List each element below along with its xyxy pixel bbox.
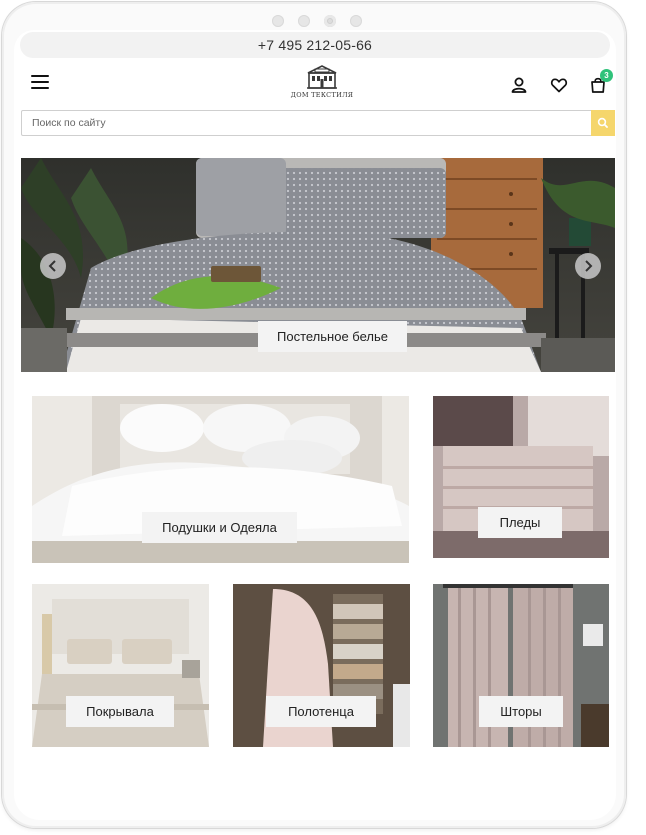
cart-count-badge: 3 <box>600 69 613 82</box>
logo-text: ДОМ ТЕКСТИЛЯ <box>290 91 354 99</box>
slider-next-button[interactable] <box>575 253 601 279</box>
chevron-right-icon <box>585 260 593 272</box>
camera-lens-icon <box>324 15 336 27</box>
sensor-dot <box>298 15 310 27</box>
phone-number[interactable]: +7 495 212-05-66 <box>258 37 372 53</box>
heart-icon[interactable] <box>550 76 568 94</box>
user-icon[interactable] <box>510 76 528 94</box>
house-logo-icon <box>307 65 337 89</box>
camera-bar <box>272 15 362 27</box>
search-icon <box>597 117 608 128</box>
sensor-dot <box>350 15 362 27</box>
hamburger-menu-icon[interactable] <box>31 75 49 89</box>
screen: +7 495 212-05-66 ДОМ ТЕКСТИЛЯ 3 Поиск по… <box>14 30 616 820</box>
shopping-bag-icon[interactable]: 3 <box>589 69 613 94</box>
hero-slider[interactable]: Постельное белье <box>21 158 615 372</box>
category-tile-bedspreads[interactable]: Покрывала <box>32 584 209 747</box>
tablet-frame: +7 495 212-05-66 ДОМ ТЕКСТИЛЯ 3 Поиск по… <box>2 2 626 828</box>
phone-bar: +7 495 212-05-66 <box>20 32 610 58</box>
chevron-left-icon <box>48 260 56 272</box>
category-label-towels: Полотенца <box>266 696 376 727</box>
slider-prev-button[interactable] <box>40 253 66 279</box>
category-label-bedspreads: Покрывала <box>66 696 174 727</box>
search-bar <box>21 110 615 136</box>
category-tile-curtains[interactable]: Шторы <box>433 584 609 747</box>
search-input[interactable] <box>22 111 592 135</box>
site-header: ДОМ ТЕКСТИЛЯ 3 <box>14 64 616 108</box>
category-tile-throws[interactable]: Пледы <box>433 396 609 558</box>
category-tile-pillows[interactable]: Подушки и Одеяла <box>32 396 409 563</box>
category-label-throws: Пледы <box>478 507 562 538</box>
category-tile-towels[interactable]: Полотенца <box>233 584 410 747</box>
hero-category-label[interactable]: Постельное белье <box>258 321 407 352</box>
search-button[interactable] <box>591 110 615 136</box>
category-label-curtains: Шторы <box>479 696 563 727</box>
sensor-dot <box>272 15 284 27</box>
site-logo[interactable]: ДОМ ТЕКСТИЛЯ <box>282 64 362 106</box>
category-label-pillows: Подушки и Одеяла <box>142 512 297 543</box>
